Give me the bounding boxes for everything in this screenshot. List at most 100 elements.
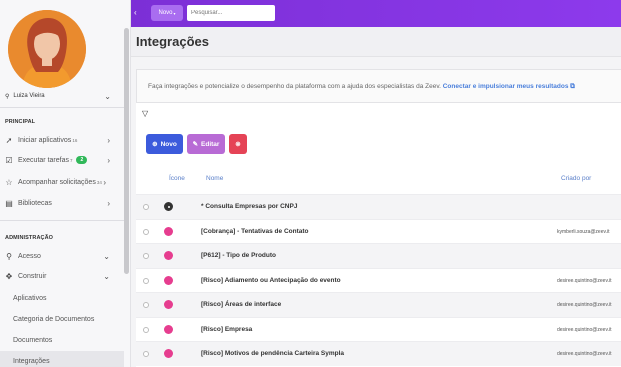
chevron-right-icon: › <box>107 155 110 165</box>
sidebar-item-executar-tarefas[interactable]: ☑ Executar tarefas 7 2 › <box>0 150 124 170</box>
row-name: [Cobrança] - Tentativas de Contato <box>201 227 309 235</box>
row-created-by: desiree.quintino@zeev.it <box>557 302 612 308</box>
external-link-icon[interactable]: ⧉ <box>570 83 575 90</box>
book-icon: ▤ <box>5 198 13 208</box>
integrations-table-panel: ⊕ Novo ✎ Editar ⊗ Ícone Nome Criado por * … <box>136 127 621 367</box>
section-administracao: ADMINISTRAÇÃO <box>5 235 54 241</box>
row-name: [Risco] Empresa <box>201 325 253 333</box>
sidebar-item-label: Construir <box>18 272 47 280</box>
plus-circle-icon: ⊕ <box>152 141 158 148</box>
pencil-icon: ✎ <box>192 141 199 148</box>
sidebar-item-acesso[interactable]: ⚲ Acesso ⌄ <box>0 246 124 266</box>
row-name: [P612] - Tipo de Produto <box>201 252 276 259</box>
info-text: Faça integrações e potencialize o desemp… <box>148 83 575 91</box>
gear-icon: ✥ <box>5 271 13 281</box>
checkbox-icon: ☑ <box>5 155 13 165</box>
table-row[interactable]: [Risco] Adiamento ou Antecipação do even… <box>136 267 621 293</box>
chevron-right-icon: › <box>103 177 106 187</box>
integration-icon <box>164 202 173 211</box>
info-message: Faça integrações e potencialize o desemp… <box>148 83 441 90</box>
sidebar-item-construir[interactable]: ✥ Construir ⌄ <box>0 266 124 286</box>
row-name: * Consulta Empresas por CNPJ <box>201 203 298 210</box>
row-radio[interactable] <box>143 302 149 308</box>
sidebar-subitem-aplicativos[interactable]: Aplicativos <box>0 288 124 308</box>
row-name: [Risco] Adiamento ou Antecipação do even… <box>201 276 341 284</box>
integration-icon <box>164 251 173 260</box>
divider <box>0 220 124 221</box>
chevron-right-icon: › <box>107 198 110 208</box>
integration-icon <box>164 349 173 358</box>
table-row[interactable]: [P612] - Tipo de Produto <box>136 243 621 268</box>
sidebar-item-acompanhar-solicitacoes[interactable]: ☆ Acompanhar solicitações 34 › <box>0 172 124 192</box>
count-sup: 7 <box>69 157 73 163</box>
sidebar-item-bibliotecas[interactable]: ▤ Bibliotecas › <box>0 193 124 213</box>
row-radio[interactable] <box>143 253 149 259</box>
integration-icon <box>164 324 173 334</box>
table-row[interactable]: [Cobrança] - Tentativas de Contato kymbe… <box>136 218 621 244</box>
row-created-by: desiree.quintino@zeev.it <box>557 326 612 333</box>
count-sup: 16 <box>72 137 78 143</box>
integration-icon <box>164 226 173 236</box>
main-content: Integrações Faça integrações e potencial… <box>131 27 621 367</box>
sidebar-item-label: Iniciar aplicativos <box>18 136 72 144</box>
new-button-label: Novo <box>160 140 177 148</box>
table-row[interactable]: [Risco] Áreas de interface desiree.quint… <box>136 292 621 317</box>
top-bar: ‹ Novo ▾ <box>131 0 621 27</box>
chevron-down-icon: ⌄ <box>104 91 111 101</box>
delete-icon: ⊗ <box>235 141 241 148</box>
info-link[interactable]: Conectar e impulsionar meus resultados <box>443 83 569 90</box>
count-sup: 34 <box>96 179 102 185</box>
edit-button-label: Editar <box>201 140 220 148</box>
table-row[interactable]: * Consulta Empresas por CNPJ <box>136 194 621 219</box>
sidebar-subitem-documentos[interactable]: Documentos <box>0 330 124 350</box>
row-radio[interactable] <box>143 204 149 210</box>
sidebar-item-label: Acompanhar solicitações <box>18 178 96 186</box>
sidebar-subitem-categoria-documentos[interactable]: Categoria de Documentos <box>0 309 124 329</box>
sidebar-item-label: Acesso <box>18 252 41 260</box>
new-dropdown-button[interactable]: Novo ▾ <box>151 5 183 21</box>
filter-row: ▽ <box>136 103 621 127</box>
user-icon: ⚲ <box>5 93 10 100</box>
caret-down-icon: ▾ <box>173 10 176 16</box>
star-icon: ☆ <box>5 177 13 187</box>
search-input[interactable] <box>187 5 275 21</box>
sidebar-item-label: Bibliotecas <box>18 199 52 207</box>
user-menu[interactable]: ⚲ Luiza Vieira ⌄ <box>0 88 124 104</box>
integration-icon <box>164 300 173 309</box>
table-row[interactable]: [Risco] Empresa desiree.quintino@zeev.it <box>136 316 621 342</box>
table-row[interactable]: [Risco] Motivos de pendência Carteira Sy… <box>136 341 621 366</box>
delete-button[interactable]: ⊗ <box>229 134 247 154</box>
page-title: Integrações <box>136 34 209 49</box>
new-button[interactable]: ⊕ Novo <box>146 134 183 154</box>
chevron-right-icon: › <box>107 135 110 145</box>
row-name: [Risco] Áreas de interface <box>201 301 282 308</box>
rocket-icon: ➚ <box>5 135 13 145</box>
sidebar-item-label: Executar tarefas <box>18 156 69 164</box>
sidebar-scrollbar[interactable] <box>124 28 129 274</box>
chevron-down-icon: ⌄ <box>103 251 110 261</box>
column-header-icon[interactable]: Ícone <box>169 175 185 182</box>
table-body: * Consulta Empresas por CNPJ [Cobrança] … <box>136 194 621 366</box>
column-header-name[interactable]: Nome <box>206 175 223 182</box>
row-radio[interactable] <box>143 326 149 333</box>
edit-button[interactable]: ✎ Editar <box>187 134 225 154</box>
row-name: [Risco] Motivos de pendência Carteira Sy… <box>201 350 345 357</box>
column-header-created-by[interactable]: Criado por <box>561 175 591 182</box>
row-radio[interactable] <box>143 228 149 235</box>
row-radio[interactable] <box>143 277 149 284</box>
avatar[interactable] <box>8 10 86 88</box>
status-badge: 2 <box>76 156 88 164</box>
filter-icon[interactable]: ▽ <box>142 109 148 118</box>
user-icon: ⚲ <box>6 251 12 261</box>
sidebar-subitem-integracoes[interactable]: Integrações <box>0 351 124 367</box>
back-icon[interactable]: ‹ <box>134 8 137 17</box>
row-radio[interactable] <box>143 351 149 357</box>
divider <box>0 107 124 108</box>
chevron-down-icon: ⌄ <box>103 271 110 281</box>
title-bar: Integrações <box>131 27 621 57</box>
info-banner: Faça integrações e potencialize o desemp… <box>136 69 621 103</box>
row-created-by: desiree.quintino@zeev.it <box>557 277 612 284</box>
sidebar-item-iniciar-aplicativos[interactable]: ➚ Iniciar aplicativos 16 › <box>0 130 124 150</box>
user-name: Luiza Vieira <box>13 93 45 99</box>
row-created-by: kymberli.souza@zeev.it <box>557 228 610 235</box>
